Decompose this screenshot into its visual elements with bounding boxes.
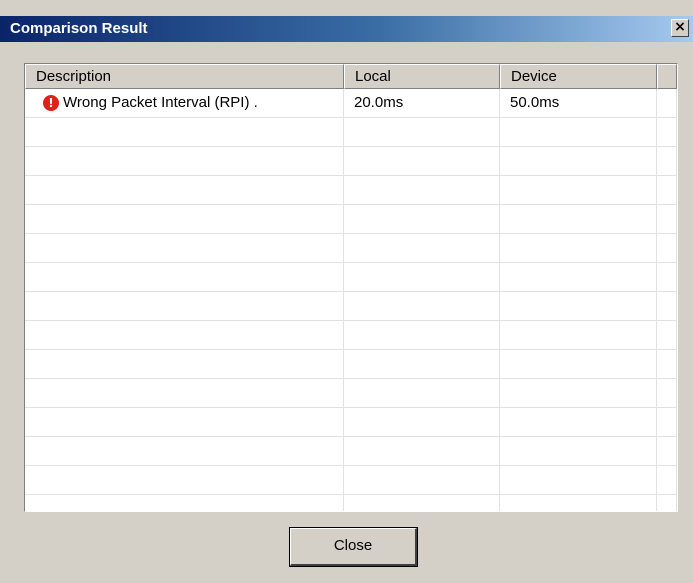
empty-row xyxy=(25,176,677,205)
empty-row xyxy=(25,466,677,495)
empty-row xyxy=(25,495,677,511)
column-header-blank xyxy=(657,64,677,89)
cell-local: 20.0ms xyxy=(344,89,500,117)
empty-row xyxy=(25,292,677,321)
window-title: Comparison Result xyxy=(10,20,148,37)
empty-row xyxy=(25,263,677,292)
empty-row xyxy=(25,118,677,147)
empty-row xyxy=(25,408,677,437)
cell-extra xyxy=(657,89,677,117)
comparison-list[interactable]: Description Local Device ! Wrong Packet … xyxy=(24,63,678,512)
close-icon[interactable]: × xyxy=(671,19,689,37)
table-row[interactable]: ! Wrong Packet Interval (RPI) . 20.0ms 5… xyxy=(25,89,677,118)
cell-description: Wrong Packet Interval (RPI) . xyxy=(25,89,344,117)
column-header-device[interactable]: Device xyxy=(500,64,657,89)
column-header-description[interactable]: Description xyxy=(25,64,344,89)
empty-row xyxy=(25,205,677,234)
empty-row xyxy=(25,234,677,263)
empty-row xyxy=(25,147,677,176)
empty-row xyxy=(25,437,677,466)
close-button[interactable]: Close xyxy=(289,527,418,567)
comparison-result-dialog: Comparison Result × Description Local De… xyxy=(0,0,693,583)
empty-row xyxy=(25,379,677,408)
title-bar[interactable]: Comparison Result × xyxy=(0,16,693,42)
column-header-local[interactable]: Local xyxy=(344,64,500,89)
empty-row xyxy=(25,321,677,350)
empty-row xyxy=(25,350,677,379)
cell-device: 50.0ms xyxy=(500,89,657,117)
list-header: Description Local Device xyxy=(25,64,677,89)
